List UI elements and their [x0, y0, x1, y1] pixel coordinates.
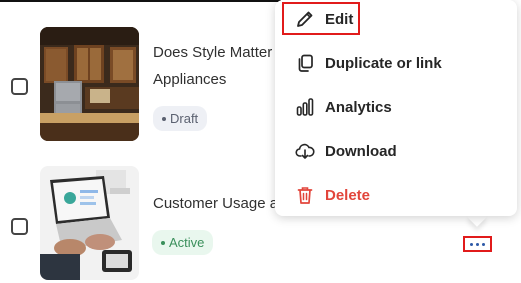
menu-item-label: Delete: [325, 186, 371, 204]
kitchen-image: [40, 27, 139, 141]
item-checkbox[interactable]: [11, 218, 28, 235]
laptop-image: [40, 166, 139, 280]
more-dot: [470, 242, 473, 246]
item-checkbox[interactable]: [11, 78, 28, 95]
status-label: Active: [169, 235, 205, 250]
menu-item-label: Duplicate or link: [325, 54, 442, 72]
actions-menu: Edit Duplicate or link Analytics Downloa…: [275, 0, 517, 216]
status-dot: [161, 240, 165, 245]
more-dot: [482, 242, 485, 246]
status-label: Draft: [170, 111, 199, 126]
menu-item-duplicate[interactable]: Duplicate or link: [283, 45, 507, 81]
menu-item-edit[interactable]: Edit: [283, 1, 507, 37]
menu-item-download[interactable]: Download: [283, 133, 507, 169]
more-actions-button[interactable]: [463, 236, 492, 252]
menu-item-label: Download: [325, 142, 397, 160]
item-title-continued[interactable]: Appliances: [153, 64, 226, 95]
status-badge: Active: [152, 230, 214, 255]
pencil-icon: [297, 11, 313, 27]
analytics-icon: [296, 98, 314, 116]
duplicate-icon: [298, 54, 313, 72]
menu-item-analytics[interactable]: Analytics: [283, 89, 507, 125]
status-dot: [162, 116, 166, 121]
cloud-download-icon: [295, 143, 315, 159]
item-title[interactable]: Customer Usage a: [153, 188, 278, 219]
menu-item-label: Analytics: [325, 98, 392, 116]
menu-item-delete[interactable]: Delete: [283, 177, 507, 213]
trash-icon: [297, 187, 313, 204]
more-dot: [476, 242, 479, 246]
menu-item-label: Edit: [325, 10, 354, 28]
laptop-thumbnail[interactable]: [40, 166, 139, 280]
kitchen-thumbnail[interactable]: [40, 27, 139, 141]
status-badge: Draft: [153, 106, 208, 131]
